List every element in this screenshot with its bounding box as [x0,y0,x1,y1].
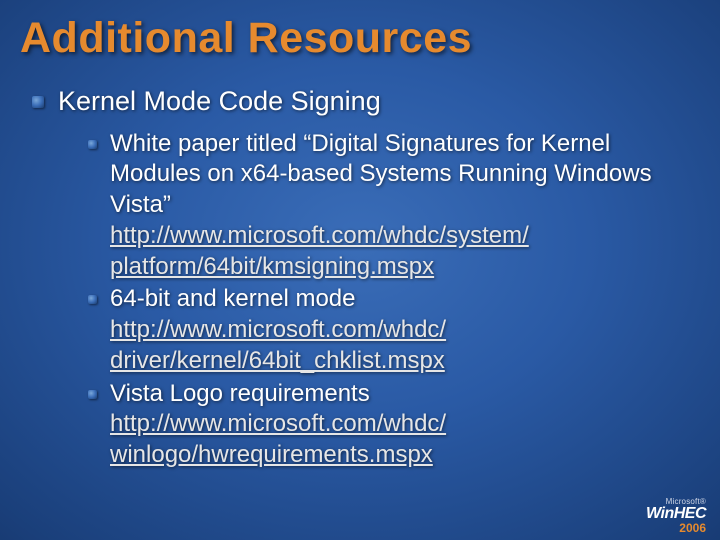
footer-logo: Microsoft® WinHEC 2006 [646,498,706,534]
footer-brand-main: WinHEC [646,506,706,522]
bullet-level2-text: Vista Logo requirements [110,380,370,407]
resource-link[interactable]: http://www.microsoft.com/whdc/winlogo/hw… [110,410,446,468]
bullet-level1: Kernel Mode Code Signing [58,85,700,119]
slide: Additional Resources Kernel Mode Code Si… [0,0,720,540]
bullet-level2-text: White paper titled “Digital Signatures f… [110,130,652,218]
footer-year: 2006 [646,522,706,534]
resource-link[interactable]: http://www.microsoft.com/whdc/driver/ker… [110,316,446,374]
bullet-level2-text: 64-bit and kernel mode [110,285,355,312]
slide-title: Additional Resources [20,14,700,63]
bullet-level2: Vista Logo requirements http://www.micro… [110,379,700,471]
slide-content: Kernel Mode Code Signing White paper tit… [20,85,700,471]
bullet-level2: 64-bit and kernel mode http://www.micros… [110,284,700,376]
resource-link[interactable]: http://www.microsoft.com/whdc/system/pla… [110,222,529,280]
bullet-level2: White paper titled “Digital Signatures f… [110,129,700,283]
bullet-level1-text: Kernel Mode Code Signing [58,86,381,116]
